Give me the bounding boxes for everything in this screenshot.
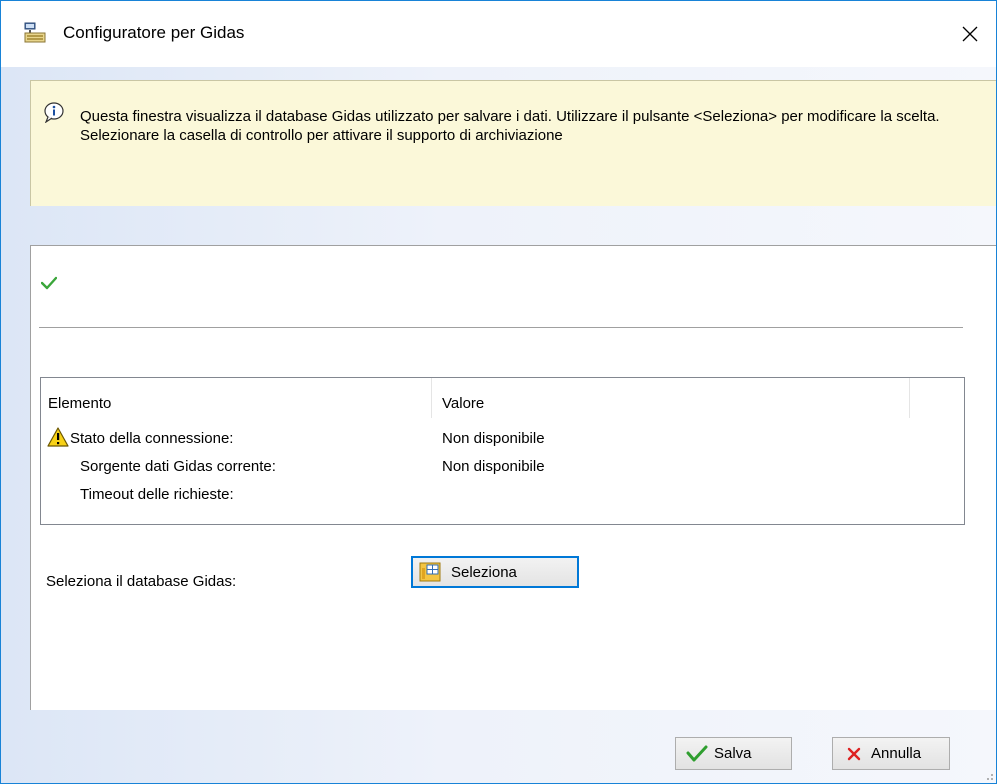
select-button-label: Seleziona xyxy=(451,563,517,581)
cancel-button-label: Annulla xyxy=(871,745,922,762)
close-button[interactable] xyxy=(944,1,996,67)
database-config-icon xyxy=(24,22,46,43)
properties-list[interactable]: Elemento Valore Stato della connessione:… xyxy=(40,377,965,525)
title-bar[interactable]: Configuratore per Gidas xyxy=(1,1,996,67)
row-name-connection-state: Stato della connessione: xyxy=(70,430,234,447)
info-text: Questa finestra visualizza il database G… xyxy=(80,108,940,144)
row-name-data-source: Sorgente dati Gidas corrente: xyxy=(80,458,276,475)
red-x-icon xyxy=(847,747,861,760)
green-check-icon xyxy=(41,276,57,290)
save-button[interactable]: Salva xyxy=(675,737,792,770)
column-divider xyxy=(909,378,910,418)
row-name-request-timeout: Timeout delle richieste: xyxy=(80,486,234,503)
column-divider xyxy=(431,378,432,418)
window-title: Configuratore per Gidas xyxy=(63,23,245,42)
separator-line xyxy=(39,327,963,329)
client-area: Questa finestra visualizza il database G… xyxy=(1,67,996,783)
resize-grip-icon[interactable] xyxy=(984,771,994,781)
row-value-data-source: Non disponibile xyxy=(442,458,545,475)
column-header-element[interactable]: Elemento xyxy=(48,395,111,412)
green-check-icon xyxy=(686,745,708,761)
save-button-label: Salva xyxy=(714,745,752,762)
select-database-button[interactable]: Seleziona xyxy=(411,556,579,588)
column-header-value[interactable]: Valore xyxy=(442,395,484,412)
warning-icon xyxy=(47,427,69,447)
close-icon xyxy=(962,26,978,42)
configurator-window: Configuratore per Gidas Questa finestra … xyxy=(0,0,997,784)
row-value-connection-state: Non disponibile xyxy=(442,430,545,447)
cancel-button[interactable]: Annulla xyxy=(832,737,950,770)
select-database-label: Seleziona il database Gidas: xyxy=(46,573,237,590)
main-panel: Elemento Valore Stato della connessione:… xyxy=(30,245,996,710)
info-balloon-icon xyxy=(44,102,64,123)
info-panel: Questa finestra visualizza il database G… xyxy=(30,80,996,206)
select-database-icon xyxy=(419,562,441,582)
